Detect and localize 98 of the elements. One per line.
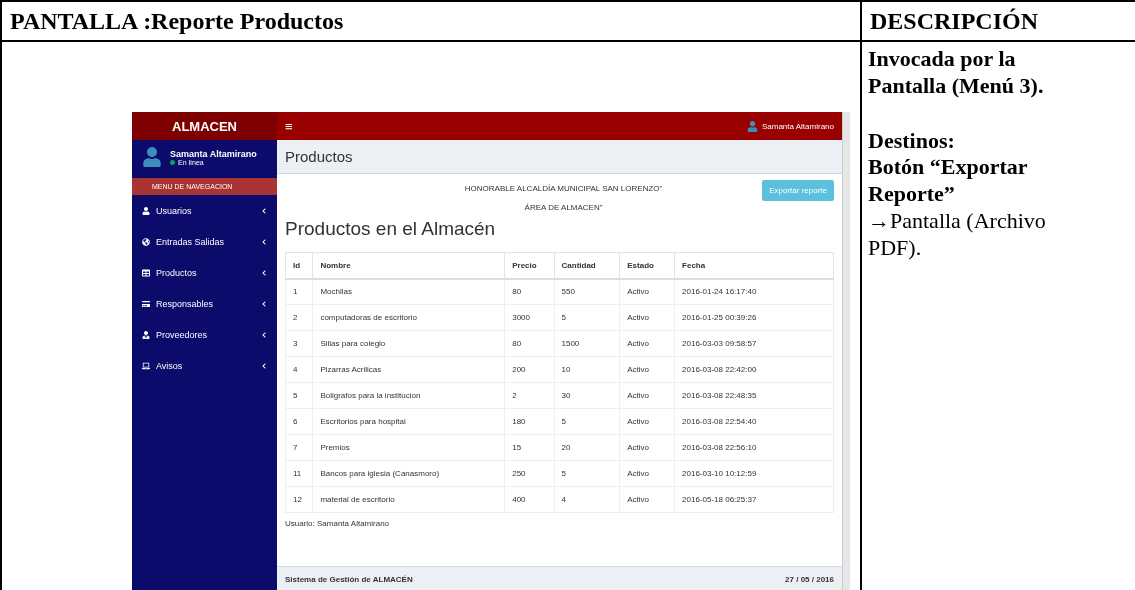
column-header: Nombre bbox=[312, 252, 505, 279]
table-cell: Mochilas bbox=[312, 278, 505, 305]
table-cell: 2016-03-03 09:58:57 bbox=[674, 330, 834, 357]
table-cell: computadoras de escritorio bbox=[312, 304, 505, 331]
table-cell: 4 bbox=[285, 356, 313, 383]
user-name: Samanta Altamirano bbox=[170, 148, 257, 159]
description-text: Botón “Exportar Reporte” bbox=[868, 154, 1029, 209]
chevron-icon bbox=[261, 269, 267, 276]
table-cell: 80 bbox=[504, 330, 554, 357]
laptop-icon bbox=[142, 361, 150, 370]
table-cell: 4 bbox=[554, 486, 620, 513]
user-line: Usuario: Samanta Altamirano bbox=[285, 519, 391, 528]
column-header: Fecha bbox=[674, 252, 834, 279]
table-cell: 2016-05-18 06:25:37 bbox=[674, 486, 834, 513]
column-header: Precio bbox=[504, 252, 554, 279]
table-cell: 2 bbox=[504, 382, 554, 409]
description-text: Invocada por la Pantalla (Menú 3). bbox=[868, 46, 1045, 100]
table-cell: 2016-03-10 10:12:59 bbox=[674, 460, 834, 487]
table-cell: 12 bbox=[285, 486, 313, 513]
chevron-icon bbox=[261, 238, 267, 245]
user-icon bbox=[142, 206, 150, 215]
table-cell: 2016-03-08 22:56:10 bbox=[674, 434, 834, 461]
table-cell: 30 bbox=[554, 382, 620, 409]
organization-line: ÁREA DE ALMACEN" bbox=[524, 203, 603, 212]
chevron-icon bbox=[261, 331, 267, 338]
column-header: Id bbox=[285, 252, 313, 279]
table-cell: Activo bbox=[619, 356, 675, 383]
sidebar-item[interactable]: Productos bbox=[132, 257, 277, 288]
table-icon bbox=[142, 268, 150, 277]
table-cell: Premios bbox=[312, 434, 505, 461]
menu-toggle[interactable]: ≡ bbox=[285, 118, 293, 134]
table-cell: 200 bbox=[504, 356, 554, 383]
table-cell: Activo bbox=[619, 434, 675, 461]
table-cell: Escritorios para hospital bbox=[312, 408, 505, 435]
organization-line: HONORABLE ALCALDÍA MUNICIPAL SAN LORENZO" bbox=[464, 184, 663, 193]
table-cell: Activo bbox=[619, 330, 675, 357]
description-heading: DESCRIPCIÓN bbox=[862, 2, 1135, 42]
table-cell: Sillas para colegio bbox=[312, 330, 505, 357]
table-cell: 20 bbox=[554, 434, 620, 461]
column-header: Cantidad bbox=[554, 252, 620, 279]
table-cell: 5 bbox=[554, 408, 620, 435]
sidebar-item[interactable]: Avisos bbox=[132, 350, 277, 381]
table-cell: Activo bbox=[619, 278, 675, 305]
report-title: Productos en el Almacén bbox=[285, 218, 497, 240]
table-cell: 7 bbox=[285, 434, 313, 461]
table-cell: 550 bbox=[554, 278, 620, 305]
table-cell: Activo bbox=[619, 304, 675, 331]
description-text: Destinos: bbox=[868, 127, 956, 155]
table-cell: 80 bbox=[504, 278, 554, 305]
sidebar-item[interactable]: Responsables bbox=[132, 288, 277, 319]
system-name: Sistema de Gestión de ALMACÉN bbox=[285, 575, 413, 584]
sidebar-item[interactable]: Usuarios bbox=[132, 195, 277, 226]
table-cell: 10 bbox=[554, 356, 620, 383]
table-cell: Pizarras Acrilicas bbox=[312, 356, 505, 383]
column-header: Estado bbox=[619, 252, 675, 279]
table-cell: Activo bbox=[619, 486, 675, 513]
brand-logo[interactable]: ALMACEN bbox=[132, 112, 277, 140]
table-cell: 1 bbox=[285, 278, 313, 305]
table-cell: 2016-03-08 22:54:40 bbox=[674, 408, 834, 435]
table-cell: 1500 bbox=[554, 330, 620, 357]
table-cell: 3000 bbox=[504, 304, 554, 331]
chevron-icon bbox=[261, 362, 267, 369]
table-cell: 3 bbox=[285, 330, 313, 357]
table-cell: 2016-03-08 22:42:00 bbox=[674, 356, 834, 383]
avatar-icon bbox=[142, 147, 162, 167]
sidebar-item[interactable]: Entradas Salidas bbox=[132, 226, 277, 257]
table-cell: 400 bbox=[504, 486, 554, 513]
table-cell: Activo bbox=[619, 408, 675, 435]
sidebar-item[interactable]: Proveedores bbox=[132, 319, 277, 350]
table-cell: 180 bbox=[504, 408, 554, 435]
table-cell: 2016-03-08 22:48:35 bbox=[674, 382, 834, 409]
table-cell: 5 bbox=[554, 304, 620, 331]
chevron-icon bbox=[261, 207, 267, 214]
table-cell: 5 bbox=[285, 382, 313, 409]
table-cell: 250 bbox=[504, 460, 554, 487]
globe-icon bbox=[142, 237, 150, 246]
table-cell: material de escritorio bbox=[312, 486, 505, 513]
screen-heading: PANTALLA :Reporte Productos bbox=[2, 2, 862, 42]
table-cell: 2016-01-24 16:17:40 bbox=[674, 278, 834, 305]
card-icon bbox=[142, 299, 150, 308]
table-cell: Bancos para iglesia (Canasmoro) bbox=[312, 460, 505, 487]
table-cell: 15 bbox=[504, 434, 554, 461]
footer-date: 27 / 05 / 2016 bbox=[785, 575, 834, 584]
table-cell: 5 bbox=[554, 460, 620, 487]
table-cell: 2016-01-25 00:39:26 bbox=[674, 304, 834, 331]
user-icon bbox=[746, 120, 758, 132]
table-cell: Boligrafos para la institucion bbox=[312, 382, 505, 409]
table-cell: 6 bbox=[285, 408, 313, 435]
user-menu[interactable]: Samanta Altamirano bbox=[746, 120, 834, 132]
table-cell: Activo bbox=[619, 460, 675, 487]
description-text: →Pantalla (Archivo PDF). bbox=[868, 208, 1047, 262]
table-cell: 11 bbox=[285, 460, 313, 487]
page-title: Productos bbox=[277, 140, 842, 174]
table-cell: Activo bbox=[619, 382, 675, 409]
scrollbar[interactable] bbox=[842, 112, 850, 590]
chevron-icon bbox=[261, 300, 267, 307]
table-cell: 2 bbox=[285, 304, 313, 331]
person-icon bbox=[142, 330, 150, 339]
